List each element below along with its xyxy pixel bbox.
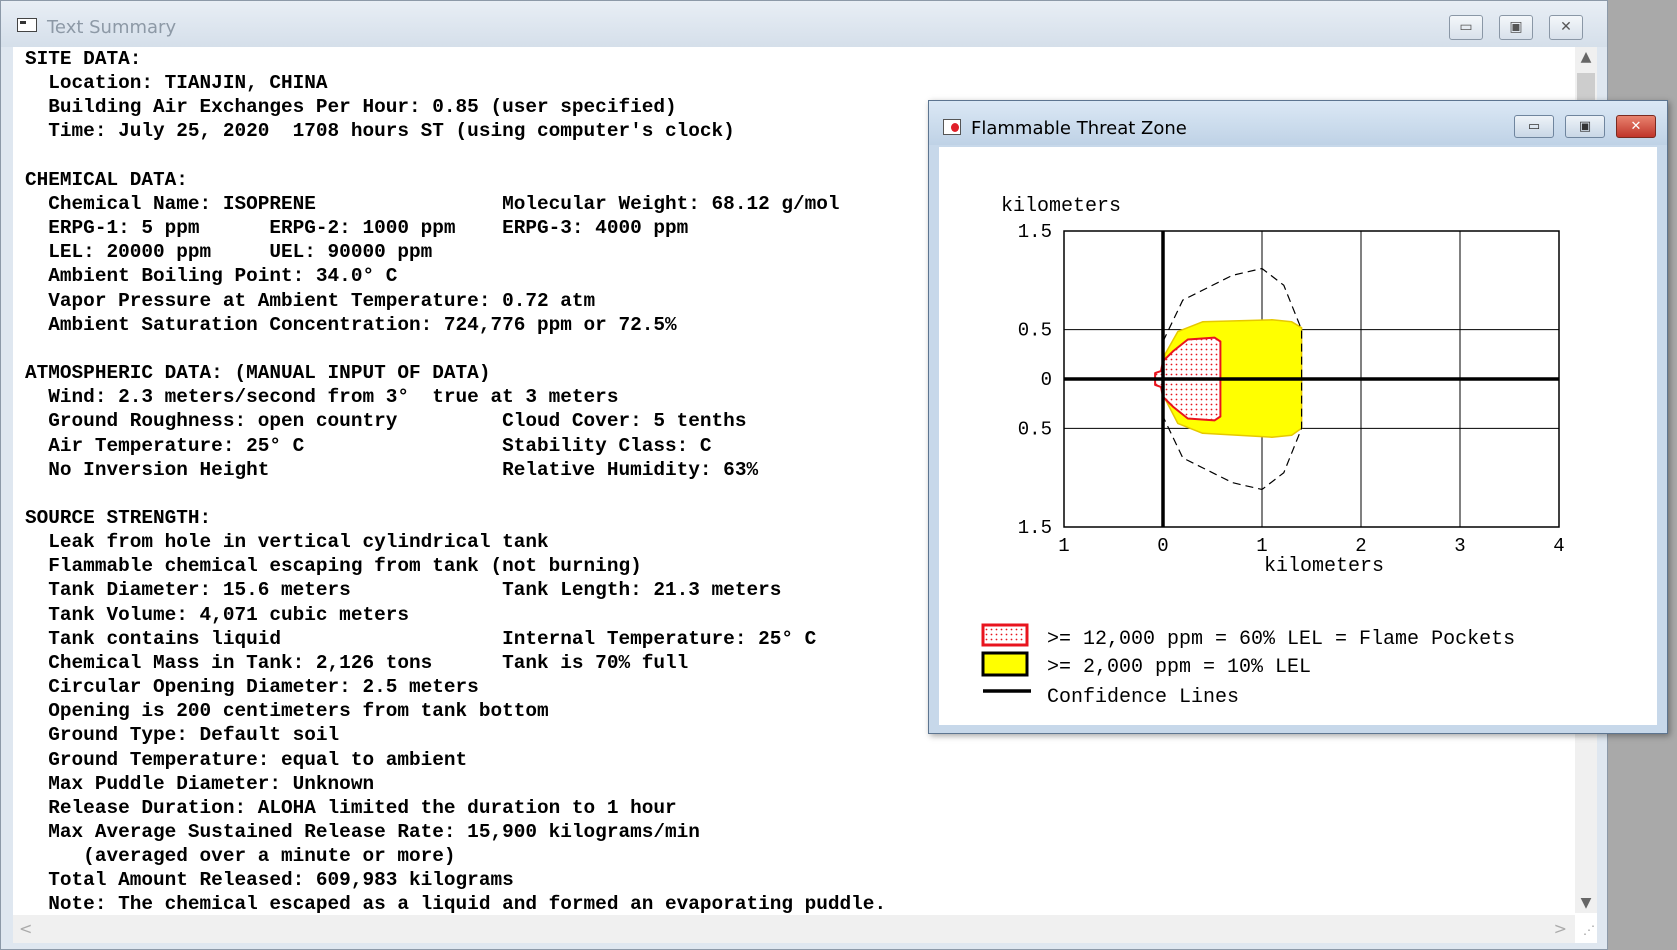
- legend-swatch-red: [981, 623, 1029, 647]
- threat-zone-window: Flammable Threat Zone ▭ ▣ ✕ 1 0 1 2 3 4 1.5 0.5…: [928, 100, 1668, 734]
- x-tick-label: 1: [1256, 535, 1267, 557]
- scroll-left-arrow-icon[interactable]: <: [19, 919, 32, 938]
- y-tick-label: 1.5: [1018, 221, 1052, 243]
- x-tick-label: 4: [1553, 535, 1564, 557]
- y-tick-label: 0: [1041, 369, 1052, 391]
- minimize-button[interactable]: ▭: [1449, 15, 1483, 40]
- summary-text: SITE DATA: Location: TIANJIN, CHINA Buil…: [25, 48, 887, 916]
- y-tick-label: 1.5: [1018, 517, 1052, 539]
- tz-maximize-button[interactable]: ▣: [1565, 115, 1605, 138]
- threat-zone-titlebar[interactable]: Flammable Threat Zone ▭ ▣ ✕: [929, 101, 1667, 145]
- x-tick-label: 0: [1157, 535, 1168, 557]
- scroll-down-arrow-icon[interactable]: ▼: [1575, 895, 1597, 911]
- threat-zone-chart: 1 0 1 2 3 4 1.5 0.5 0 0.5 1.5 kilometers kilometers >…: [981, 195, 1565, 709]
- y-axis-label: kilometers: [1001, 195, 1121, 218]
- x-axis-label: kilometers: [1264, 555, 1384, 578]
- x-tick-label: 1: [1058, 535, 1069, 557]
- app-window-icon: [17, 18, 37, 32]
- y-tick-label: 0.5: [1018, 320, 1052, 342]
- scroll-right-arrow-icon[interactable]: >: [1554, 919, 1567, 938]
- close-button[interactable]: ✕: [1549, 15, 1583, 40]
- horizontal-scrollbar[interactable]: < >: [13, 915, 1575, 943]
- resize-grip-icon[interactable]: ⋰: [1577, 923, 1595, 941]
- y-tick-label: 0.5: [1018, 418, 1052, 440]
- legend-label: Confidence Lines: [1047, 686, 1239, 709]
- legend-label: >= 2,000 ppm = 10% LEL: [1047, 656, 1311, 679]
- tz-close-button[interactable]: ✕: [1616, 115, 1656, 138]
- text-summary-title: Text Summary: [47, 17, 177, 38]
- legend-swatch-yellow: [981, 651, 1029, 677]
- scroll-up-arrow-icon[interactable]: ▲: [1575, 49, 1597, 65]
- threat-zone-plot-area: 1 0 1 2 3 4 1.5 0.5 0 0.5 1.5 kilometers kilometers >…: [939, 147, 1657, 725]
- threat-zone-title: Flammable Threat Zone: [971, 118, 1187, 139]
- threat-zone-app-icon: [943, 119, 961, 135]
- tz-minimize-button[interactable]: ▭: [1514, 115, 1554, 138]
- text-summary-titlebar[interactable]: Text Summary ▭ ▣ ✕: [1, 1, 1607, 47]
- x-tick-label: 3: [1454, 535, 1465, 557]
- x-tick-label: 2: [1355, 535, 1366, 557]
- legend-label: >= 12,000 ppm = 60% LEL = Flame Pockets: [1047, 628, 1515, 651]
- maximize-button[interactable]: ▣: [1499, 15, 1533, 40]
